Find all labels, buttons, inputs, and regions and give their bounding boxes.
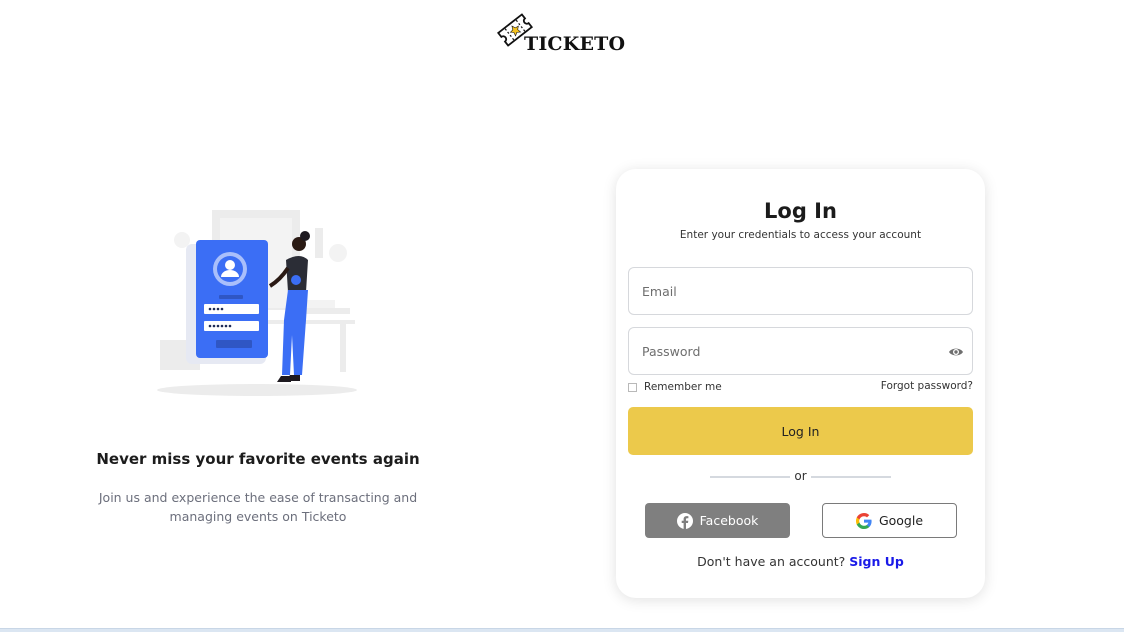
password-field-wrapper <box>628 327 973 375</box>
login-card: Log In Enter your credentials to access … <box>616 169 985 598</box>
google-icon <box>855 512 872 529</box>
window-bottom-edge <box>0 628 1124 632</box>
brand-name: TICKETO <box>524 33 626 55</box>
divider-line-right <box>811 476 891 478</box>
brand-logo[interactable]: TICKETO <box>494 10 634 56</box>
google-login-button[interactable]: Google <box>822 503 957 538</box>
facebook-login-button[interactable]: Facebook <box>645 503 790 538</box>
login-title: Log In <box>764 199 837 223</box>
login-button[interactable]: Log In <box>628 407 973 455</box>
remember-me-label: Remember me <box>644 381 722 393</box>
email-field-wrapper <box>628 267 973 315</box>
facebook-label: Facebook <box>699 513 759 528</box>
hero-description: Join us and experience the ease of trans… <box>98 490 418 524</box>
remember-me-checkbox[interactable] <box>628 382 637 392</box>
signup-row: Don't have an account? Sign Up <box>616 554 985 569</box>
facebook-icon <box>676 512 693 529</box>
no-account-text: Don't have an account? <box>697 554 850 569</box>
eye-icon[interactable] <box>948 344 964 360</box>
hero-headline: Never miss your favorite events again <box>96 450 420 468</box>
forgot-password-link[interactable]: Forgot password? <box>881 380 973 392</box>
google-label: Google <box>878 513 924 528</box>
person-login-illustration <box>157 210 357 396</box>
password-field[interactable] <box>629 328 972 374</box>
email-field[interactable] <box>629 268 972 314</box>
login-subtitle: Enter your credentials to access your ac… <box>679 229 922 241</box>
signup-link[interactable]: Sign Up <box>849 554 904 569</box>
remember-me[interactable]: Remember me <box>628 381 722 393</box>
or-divider: or <box>710 469 891 485</box>
